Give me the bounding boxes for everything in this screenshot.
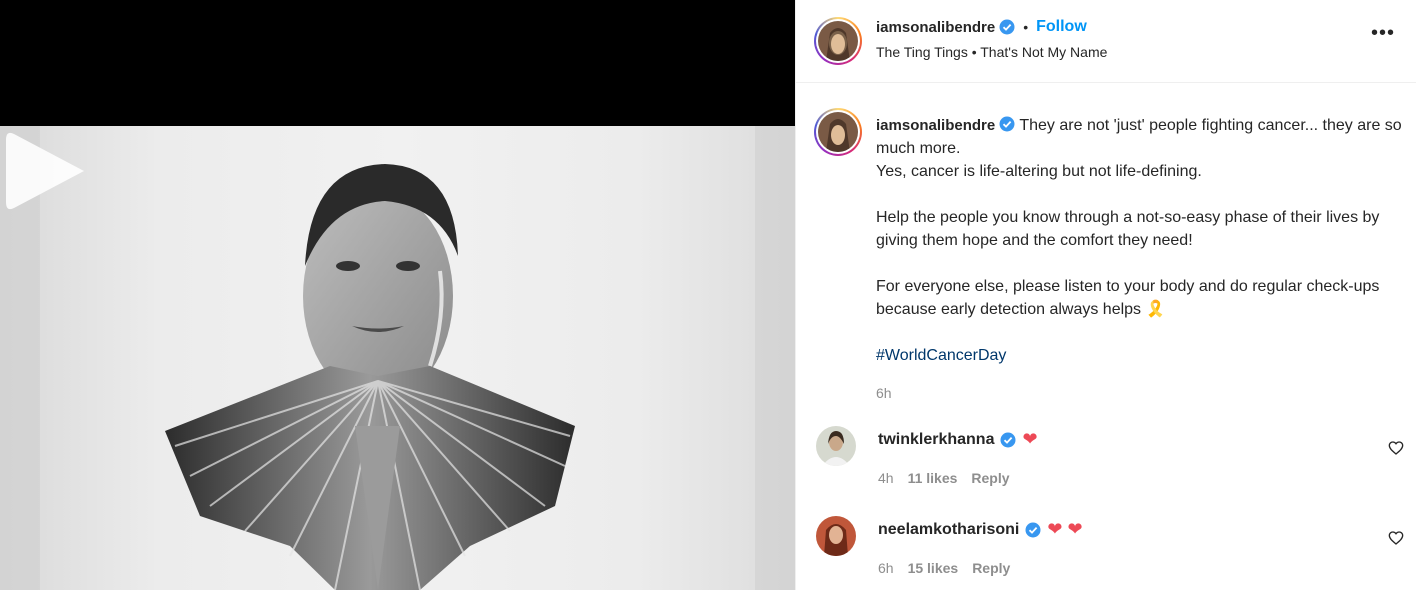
commenter-avatar-image xyxy=(816,516,856,556)
heart-outline-icon[interactable] xyxy=(1388,440,1404,456)
caption-avatar-image xyxy=(818,112,858,152)
play-icon[interactable] xyxy=(0,126,90,216)
caption-line-2: Yes, cancer is life-altering but not lif… xyxy=(876,163,1202,180)
reply-button[interactable]: Reply xyxy=(971,470,1009,486)
hashtag-text[interactable]: #WorldCancerDay xyxy=(876,347,1006,364)
comment-likes[interactable]: 11 likes xyxy=(908,470,958,486)
caption-username[interactable]: iamsonalibendre xyxy=(876,117,995,134)
comment-meta: 6h 15 likes Reply xyxy=(878,560,1010,576)
portrait-image xyxy=(0,126,795,590)
verified-badge-icon xyxy=(1025,522,1041,537)
post-media[interactable] xyxy=(0,0,795,590)
audio-track-link[interactable]: The Ting Tings • That's Not My Name xyxy=(876,44,1107,60)
commenter-avatar-image xyxy=(816,426,856,466)
caption-paragraph-2: Help the people you know through a not-s… xyxy=(876,209,1384,249)
comment-time: 4h xyxy=(878,470,894,486)
comment-avatar[interactable] xyxy=(816,426,856,466)
verified-badge-icon xyxy=(999,19,1015,35)
more-options-icon[interactable]: ••• xyxy=(1368,23,1398,50)
comment-row: neelamkotharisoni ❤ ❤ xyxy=(878,519,1083,540)
post-header: iamsonalibendre • Follow The Ting Tings … xyxy=(796,0,1416,83)
comment-text: ❤ xyxy=(1022,429,1038,449)
caption-paragraph-3: For everyone else, please listen to your… xyxy=(876,275,1406,321)
header-username[interactable]: iamsonalibendre xyxy=(876,19,995,36)
post-caption: iamsonalibendre They are not 'just' peop… xyxy=(876,114,1406,405)
author-avatar[interactable] xyxy=(814,17,862,65)
comment-avatar[interactable] xyxy=(816,516,856,556)
caption-first-paragraph: iamsonalibendre They are not 'just' peop… xyxy=(876,114,1406,160)
caption-timestamp: 6h xyxy=(876,385,892,401)
ribbon-emoji: 🎗️ xyxy=(1145,301,1166,318)
comment-username[interactable]: twinklerkhanna xyxy=(878,431,994,449)
verified-badge-icon xyxy=(1000,432,1016,447)
caption-paragraph-3-text: For everyone else, please listen to your… xyxy=(876,278,1384,318)
comment-text: ❤ ❤ xyxy=(1047,519,1083,539)
header-user-row: iamsonalibendre • Follow xyxy=(876,18,1087,36)
post-video-frame[interactable] xyxy=(0,126,795,590)
comment-likes[interactable]: 15 likes xyxy=(908,560,959,576)
comment-time: 6h xyxy=(878,560,894,576)
caption-avatar[interactable] xyxy=(814,108,862,156)
comment-meta: 4h 11 likes Reply xyxy=(878,470,1010,486)
reply-button[interactable]: Reply xyxy=(972,560,1010,576)
heart-outline-icon[interactable] xyxy=(1388,530,1404,546)
author-avatar-image xyxy=(818,21,858,61)
follow-button[interactable]: Follow xyxy=(1036,18,1087,36)
header-separator: • xyxy=(1023,19,1029,35)
hashtag-link[interactable]: #WorldCancerDay xyxy=(876,344,1406,367)
comment-username[interactable]: neelamkotharisoni xyxy=(878,521,1019,539)
post-details-panel: iamsonalibendre • Follow The Ting Tings … xyxy=(796,0,1416,590)
comment-row: twinklerkhanna ❤ xyxy=(878,429,1038,450)
verified-badge-icon xyxy=(999,116,1015,132)
